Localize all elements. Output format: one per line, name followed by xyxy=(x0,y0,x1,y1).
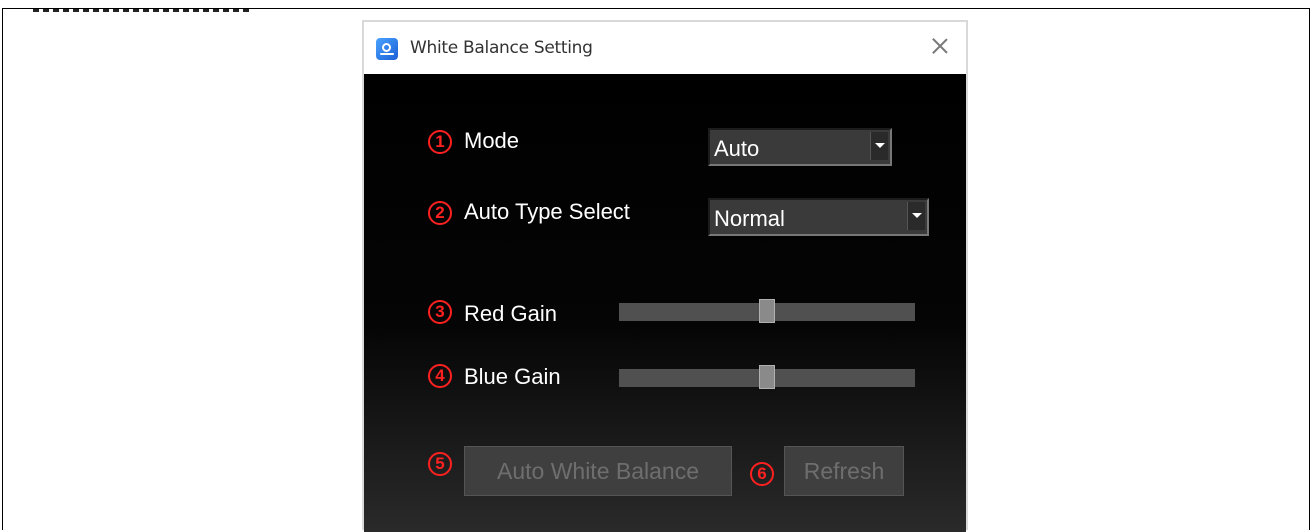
mode-label: Mode xyxy=(464,128,520,153)
chevron-down-icon xyxy=(907,202,925,230)
frame-accent-dash xyxy=(63,9,69,12)
frame-accent-dash xyxy=(103,9,109,12)
mode-select-value: Auto xyxy=(714,136,760,161)
frame-accent-dash xyxy=(33,9,39,12)
frame-accent-dash xyxy=(83,9,89,12)
frame-accent-dash xyxy=(43,9,49,12)
red-gain-label: Red Gain xyxy=(464,301,557,326)
frame-accent-dash xyxy=(153,9,159,12)
refresh-button[interactable]: Refresh xyxy=(784,446,904,496)
frame-accent-dash xyxy=(183,9,189,12)
auto-type-select-label: Auto Type Select xyxy=(464,199,630,224)
white-balance-dialog: White Balance Setting 1 Mode Auto 2 Auto… xyxy=(362,20,968,532)
blue-gain-slider[interactable] xyxy=(619,365,915,389)
dialog-content: 1 Mode Auto 2 Auto Type Select Normal 3 … xyxy=(364,74,966,532)
marker-6: 6 xyxy=(750,462,774,486)
marker-5: 5 xyxy=(428,452,452,476)
frame-accent-dash xyxy=(53,9,59,12)
marker-2: 2 xyxy=(428,201,452,225)
frame-accent-dash xyxy=(133,9,139,12)
mode-select[interactable]: Auto xyxy=(708,128,892,166)
window-title: White Balance Setting xyxy=(410,38,593,58)
auto-white-balance-button[interactable]: Auto White Balance xyxy=(464,446,732,496)
frame-accent-dash xyxy=(223,9,229,12)
chevron-down-icon xyxy=(870,132,888,160)
frame-accent-dash xyxy=(213,9,219,12)
frame-accent-dash xyxy=(93,9,99,12)
marker-4: 4 xyxy=(428,364,452,388)
blue-gain-label: Blue Gain xyxy=(464,364,561,389)
frame-accent-dash xyxy=(113,9,119,12)
frame-accent-dash xyxy=(123,9,129,12)
camera-app-icon xyxy=(376,38,398,60)
blue-gain-slider-thumb[interactable] xyxy=(759,365,775,389)
frame-accent-dash xyxy=(173,9,179,12)
frame-accent-dash xyxy=(143,9,149,12)
frame-accent-dash xyxy=(193,9,199,12)
frame-top-accent xyxy=(33,9,263,13)
auto-type-select-value: Normal xyxy=(714,206,785,231)
frame-accent-dash xyxy=(233,9,239,12)
marker-1: 1 xyxy=(428,130,452,154)
frame-accent-dash xyxy=(243,9,249,12)
red-gain-slider-thumb[interactable] xyxy=(759,299,775,323)
marker-3: 3 xyxy=(428,300,452,324)
frame-accent-dash xyxy=(203,9,209,12)
frame-accent-dash xyxy=(163,9,169,12)
auto-type-select[interactable]: Normal xyxy=(708,198,929,236)
red-gain-slider[interactable] xyxy=(619,299,915,323)
frame-accent-dash xyxy=(73,9,79,12)
title-bar: White Balance Setting xyxy=(364,22,966,74)
close-icon[interactable] xyxy=(928,34,952,58)
